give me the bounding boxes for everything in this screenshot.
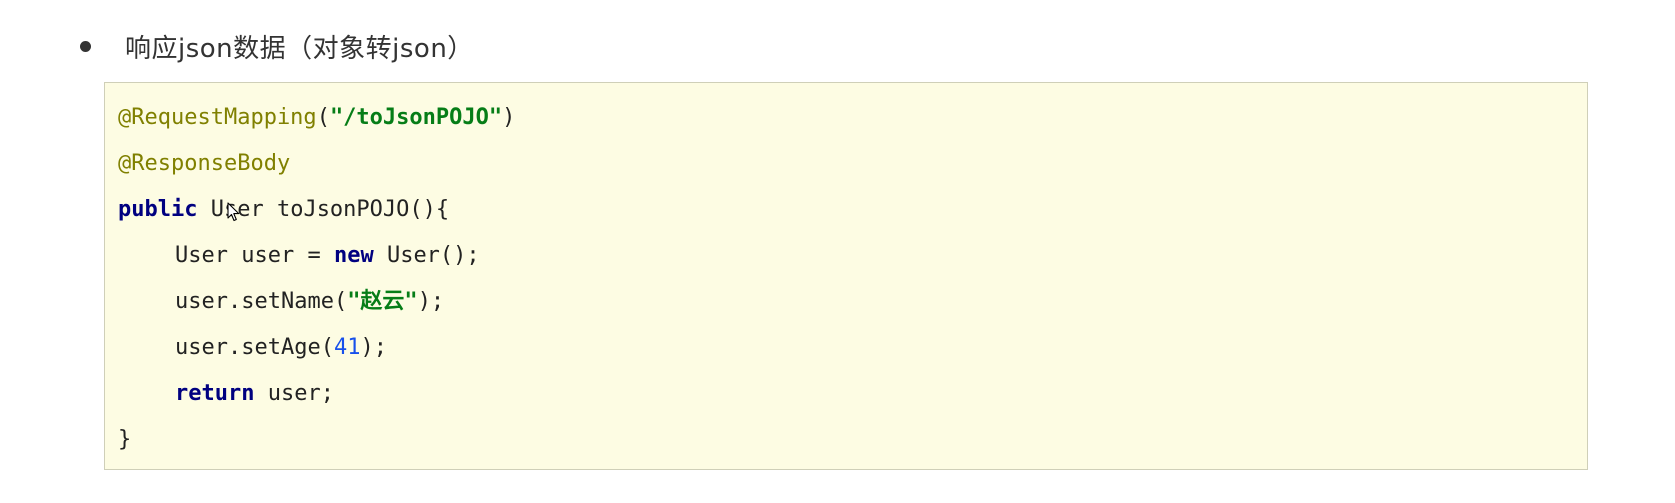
code-line-8: } [118,417,515,463]
paren-close: ) [502,105,516,130]
slide-page: 响应json数据（对象转json） @RequestMapping("/toJs… [0,0,1675,503]
paren-open: ( [316,105,330,130]
code-line-6: user.setAge(41); [118,325,515,371]
code-line-1: @RequestMapping("/toJsonPOJO") [118,95,515,141]
return-value: user; [254,381,334,406]
set-name-call: user.setName( [175,289,348,314]
statement-end: ); [360,335,387,360]
bullet-dot-icon [80,40,91,52]
keyword-new: new [333,243,374,268]
code-line-3: public User toJsonPOJO(){ [118,187,515,233]
constructor-call: User(); [373,243,480,268]
annotation-response-body: @ResponseBody [118,151,291,176]
code-line-2: @ResponseBody [118,141,515,187]
user-declaration: User user = [175,243,334,268]
closing-brace: } [118,427,132,452]
keyword-public: public [118,197,198,222]
code-line-4: User user = new User(); [118,233,515,279]
keyword-return: return [175,381,255,406]
set-age-call: user.setAge( [175,335,334,360]
code-line-7: return user; [118,371,515,417]
code-block: @RequestMapping("/toJsonPOJO") @Response… [104,82,1588,470]
annotation-request-mapping: @RequestMapping [118,105,317,130]
bullet-heading: 响应json数据（对象转json） [125,33,474,64]
string-literal-name: "赵云" [347,289,418,314]
mouse-pointer-icon [227,202,240,222]
code-lines: @RequestMapping("/toJsonPOJO") @Response… [118,95,515,463]
code-line-5: user.setName("赵云"); [118,279,515,325]
bullet-item: 响应json数据（对象转json） [80,26,474,66]
statement-end: ); [417,289,445,314]
number-literal-age: 41 [333,335,361,360]
string-literal-path: "/toJsonPOJO" [329,105,503,130]
